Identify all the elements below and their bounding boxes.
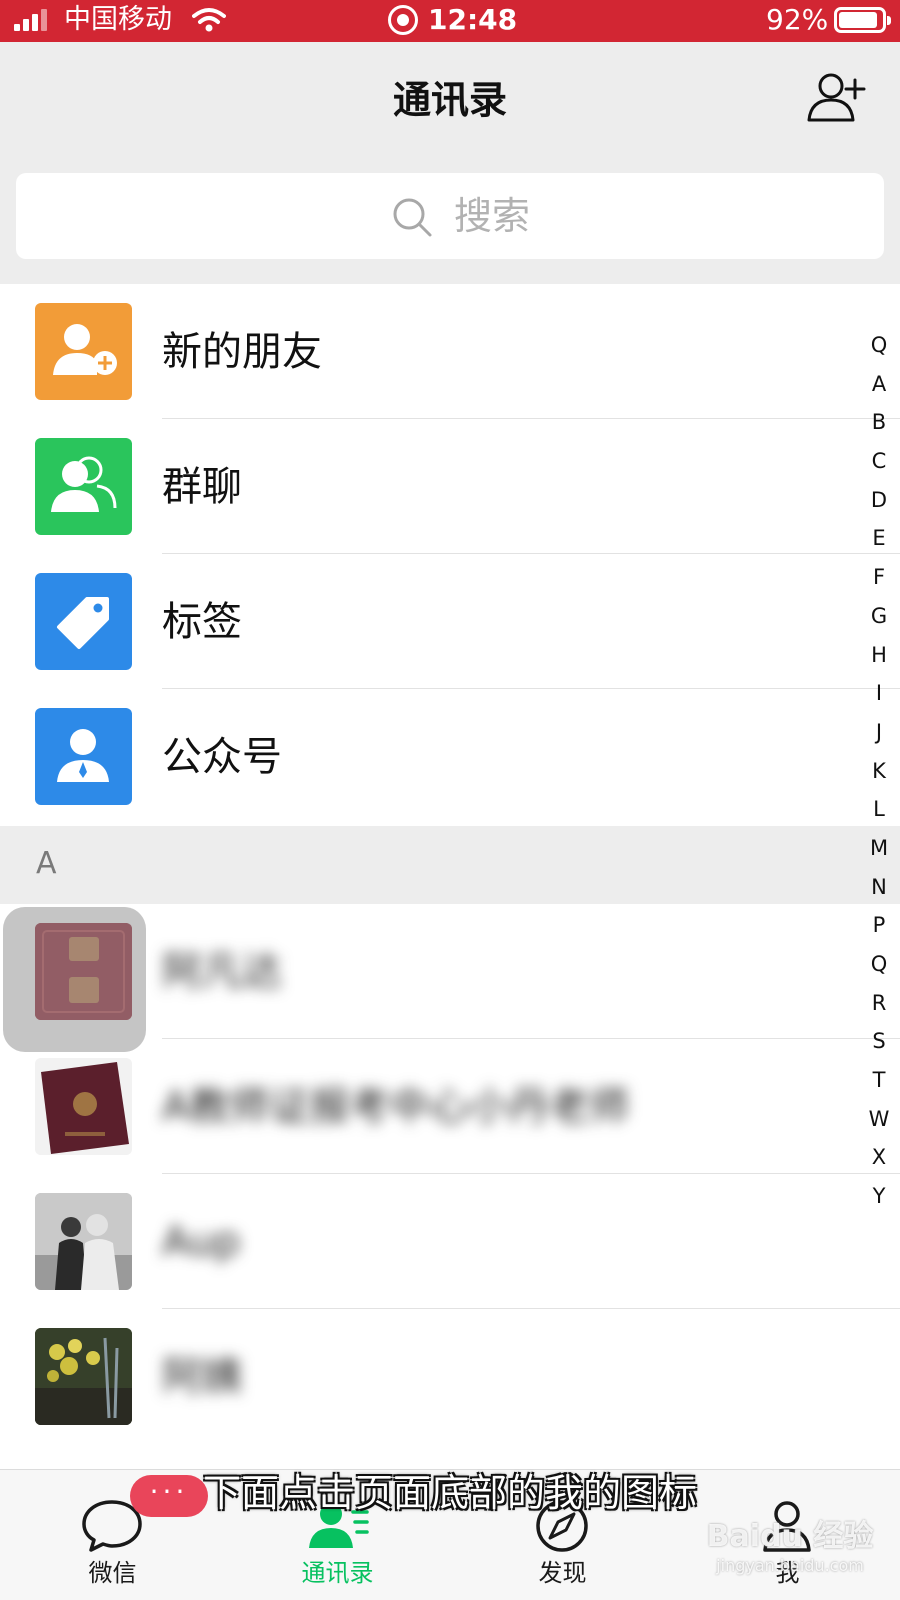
search-placeholder: 搜索 [454, 194, 531, 238]
index-letter[interactable]: F [860, 558, 898, 597]
index-search-letter[interactable]: Q [860, 326, 898, 365]
tag-icon [35, 573, 132, 670]
signal-icon [14, 9, 54, 31]
screen-record-icon [388, 5, 418, 35]
tab-label: 发现 [538, 1559, 587, 1587]
wifi-icon [192, 8, 226, 32]
group-chat-entry[interactable]: 群聊 [0, 419, 900, 554]
index-letter[interactable]: H [860, 636, 898, 675]
tab-label: 微信 [88, 1559, 137, 1587]
index-letter[interactable]: K [860, 752, 898, 791]
status-bar: 中国移动 12:48 92% [0, 0, 900, 42]
index-letter[interactable]: Q [860, 945, 898, 984]
tab-label: 通讯录 [301, 1559, 374, 1587]
index-letter[interactable]: T [860, 1061, 898, 1100]
index-letter[interactable]: W [860, 1100, 898, 1139]
index-letter[interactable]: C [860, 442, 898, 481]
section-header: A [0, 826, 900, 904]
new-friend-icon [35, 303, 132, 400]
page-title: 通讯录 [392, 78, 507, 122]
index-letter[interactable]: G [860, 597, 898, 636]
watermark: Baidu 经验 [706, 1519, 874, 1554]
index-letter[interactable]: A [860, 365, 898, 404]
battery-percent: 92% [766, 3, 829, 36]
avatar-flowers [35, 1328, 132, 1425]
index-letter[interactable]: R [860, 984, 898, 1023]
tags-label: 标签 [162, 599, 242, 645]
carrier-name: 中国移动 [64, 4, 172, 35]
new-friends-label: 新的朋友 [162, 329, 322, 375]
avatar-passport [35, 1058, 132, 1155]
contact-row[interactable]: 阿姨 [0, 1309, 900, 1444]
index-letter[interactable]: E [860, 519, 898, 558]
index-letter[interactable]: D [860, 481, 898, 520]
avatar-couple-photo [35, 1193, 132, 1290]
index-letter[interactable]: M [860, 829, 898, 868]
section-letter: A [36, 846, 57, 881]
index-letter[interactable]: X [860, 1138, 898, 1177]
index-letter[interactable]: P [860, 906, 898, 945]
contact-name: A教师证报考中心小丹老师 [162, 1084, 630, 1130]
group-chat-label: 群聊 [162, 464, 242, 510]
alphabet-index[interactable]: Q A B C D E F G H I J K L M N P Q R S T … [860, 326, 898, 1216]
tags-entry[interactable]: 标签 [0, 554, 900, 689]
video-subtitle: 下面点击页面底部的我的图标 [202, 1471, 697, 1515]
index-letter[interactable]: I [860, 674, 898, 713]
contact-name: Aup [162, 1219, 241, 1265]
index-letter[interactable]: N [860, 868, 898, 907]
index-letter[interactable]: S [860, 1022, 898, 1061]
contact-row[interactable]: Aup [0, 1174, 900, 1309]
watermark-url: jingyan.baidu.com [716, 1556, 864, 1575]
search-input[interactable]: 搜索 [16, 173, 884, 259]
official-accounts-entry[interactable]: 公众号 [0, 689, 900, 824]
status-time: 12:48 [428, 3, 518, 36]
index-letter[interactable]: J [860, 713, 898, 752]
index-letter[interactable]: B [860, 403, 898, 442]
index-letter[interactable]: L [860, 790, 898, 829]
new-friends-entry[interactable]: 新的朋友 [0, 284, 900, 419]
official-accounts-label: 公众号 [162, 734, 282, 780]
touch-highlight [3, 907, 146, 1052]
battery-icon [834, 7, 891, 33]
contact-name: 阿凡达 [162, 949, 282, 995]
add-contact-icon[interactable] [805, 70, 867, 124]
contact-row[interactable]: A教师证报考中心小丹老师 [0, 1039, 900, 1174]
header: 通讯录 搜索 [0, 42, 900, 284]
official-account-icon [35, 708, 132, 805]
contact-name: 阿姨 [162, 1354, 242, 1400]
index-letter[interactable]: Y [860, 1177, 898, 1216]
search-icon [393, 198, 432, 237]
group-chat-icon [35, 438, 132, 535]
